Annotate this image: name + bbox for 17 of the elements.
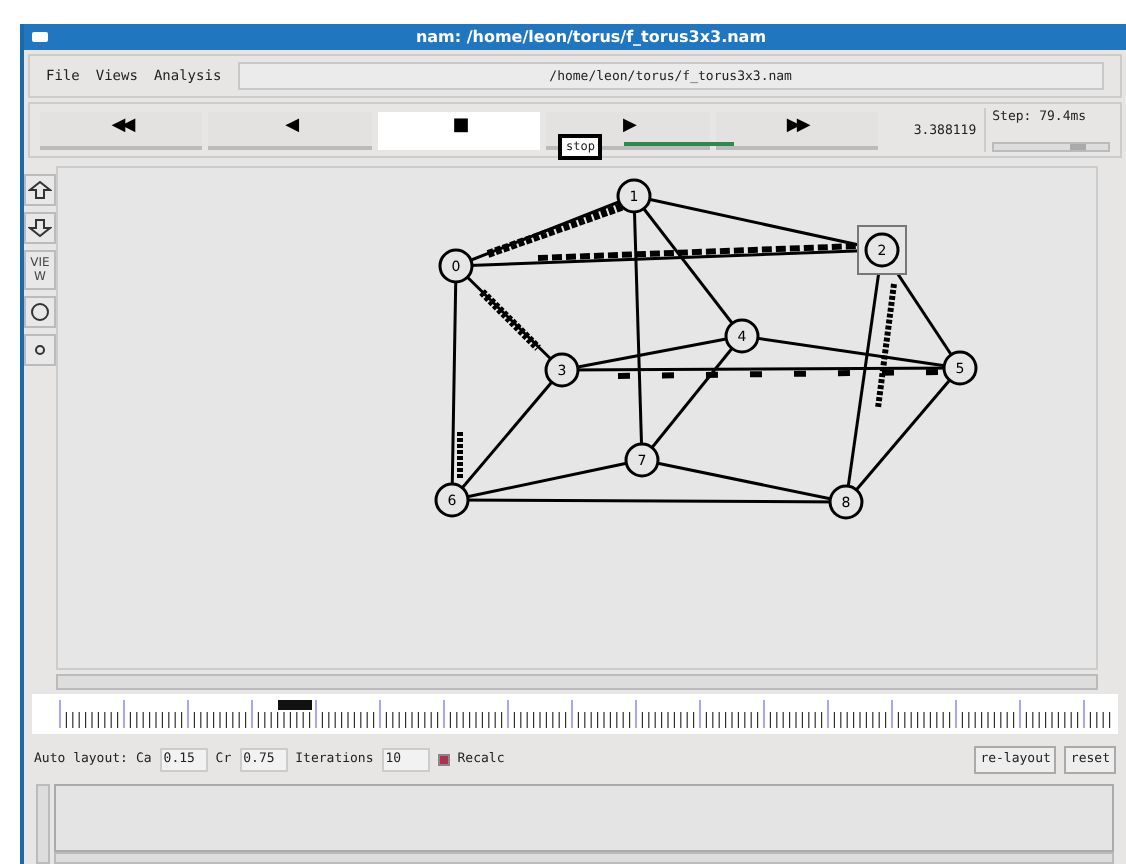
step-slider[interactable] (992, 142, 1110, 152)
playback-button[interactable]: ■ (377, 111, 541, 149)
circle-icon (30, 302, 50, 322)
playback-button[interactable]: ◀ (208, 111, 372, 149)
bottom-scrollbar[interactable] (54, 852, 1114, 864)
zoom-out-button[interactable] (24, 212, 56, 244)
small-circle-icon (34, 344, 46, 356)
window-title: nam: /home/leon/torus/f_torus3x3.nam (413, 26, 769, 50)
playback-button[interactable]: ◀◀ (40, 111, 203, 149)
vertical-scrollbar[interactable] (36, 784, 50, 864)
horizontal-scrollbar[interactable] (56, 674, 1098, 690)
circle-button[interactable] (24, 296, 56, 328)
playback-button[interactable]: ▶▶ (715, 111, 879, 149)
timeline[interactable] (32, 694, 1118, 734)
small-circle-button[interactable] (24, 334, 56, 366)
zoom-in-button[interactable] (24, 174, 56, 206)
recalc-checkbox[interactable] (437, 754, 450, 766)
